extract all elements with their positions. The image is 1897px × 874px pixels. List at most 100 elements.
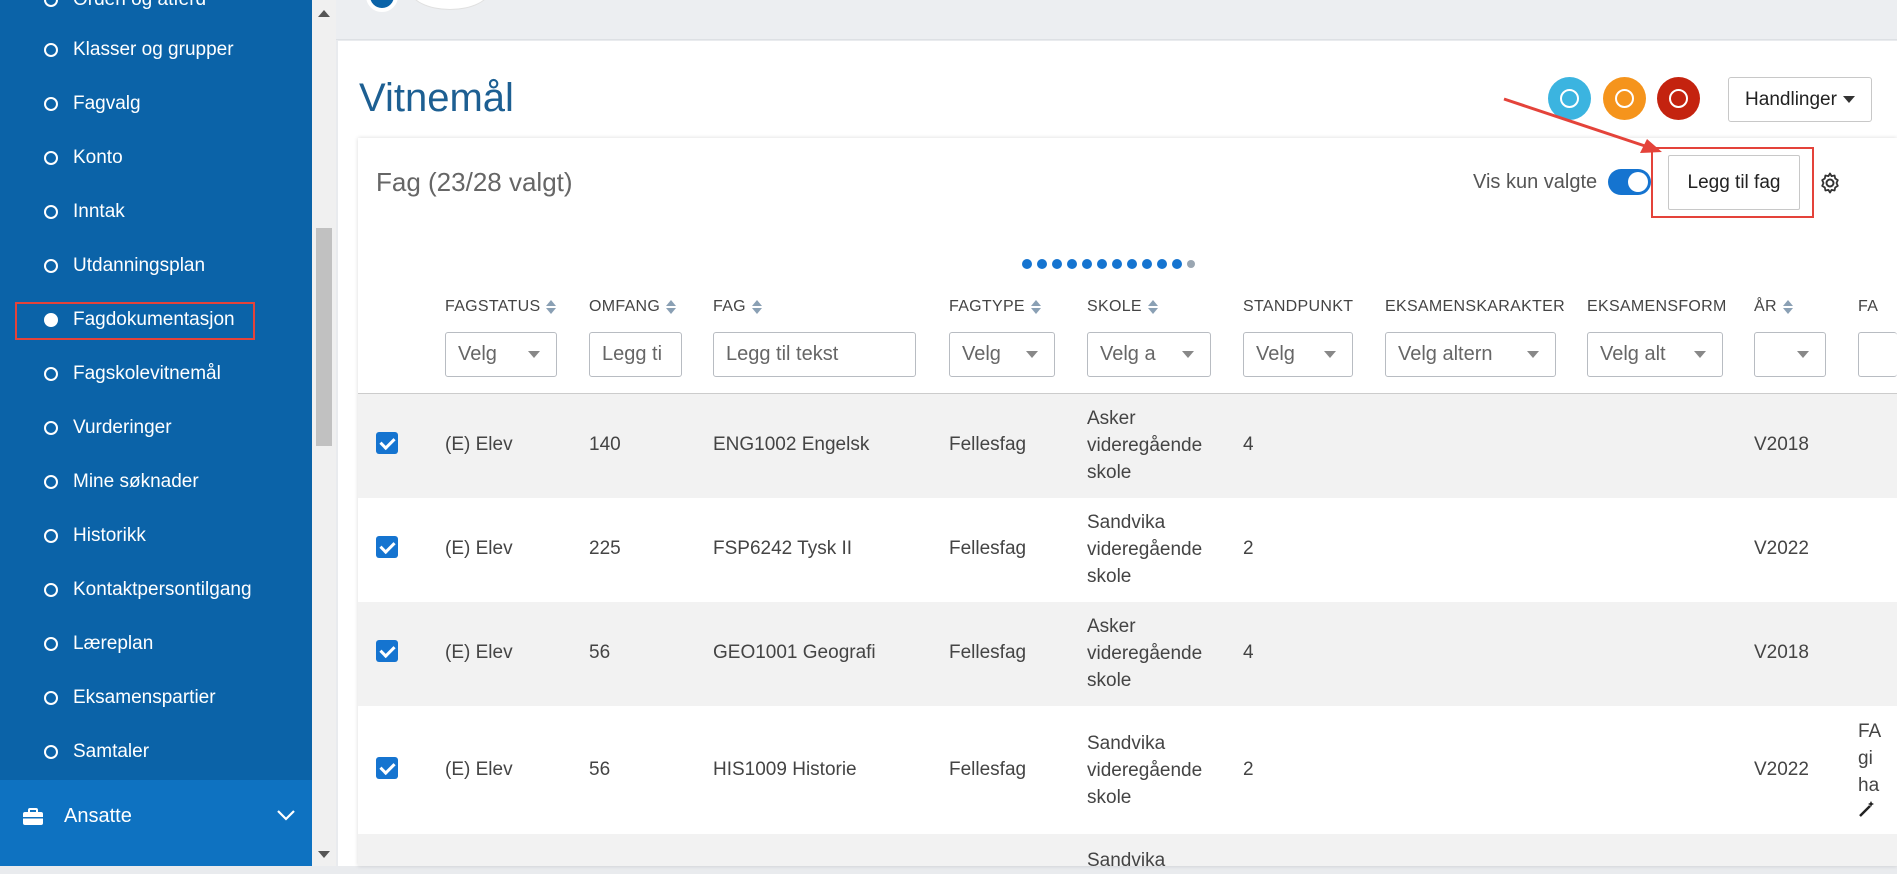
- page-dot[interactable]: [1097, 259, 1107, 269]
- col-header-fagstatus[interactable]: FAGSTATUS: [445, 298, 557, 316]
- circle-icon: [44, 43, 58, 57]
- col-header-fagtype[interactable]: FAGTYPE: [949, 298, 1041, 316]
- col-header-eksamenskarakter[interactable]: EKSAMENSKARAKTER: [1385, 298, 1565, 316]
- filter-standpunkt-select[interactable]: Velg: [1243, 332, 1353, 377]
- highlight-box: [1651, 147, 1814, 218]
- sort-icon[interactable]: [546, 299, 557, 315]
- profile-bubble[interactable]: [410, 0, 490, 10]
- cell-fag: FSP6242 Tysk II: [713, 538, 853, 559]
- filter-omfang-input[interactable]: Legg ti: [589, 332, 682, 377]
- text-fade: [998, 333, 1018, 376]
- sidebar-item-inntak[interactable]: Inntak: [0, 188, 312, 236]
- sort-icon[interactable]: [1030, 299, 1041, 315]
- skole-line: videregående: [1087, 643, 1203, 664]
- circle-icon: [44, 583, 58, 597]
- magic-wand-icon[interactable]: [1858, 800, 1876, 818]
- page-dot[interactable]: [1022, 259, 1032, 269]
- col-label: OMFANG: [589, 298, 661, 315]
- sidebar-item-orden[interactable]: Orden og atferd: [0, 0, 312, 24]
- sidebar-item-konto[interactable]: Konto: [0, 134, 312, 182]
- briefcase-icon: [23, 808, 43, 825]
- col-header-standpunkt[interactable]: STANDPUNKT: [1243, 298, 1353, 316]
- sidebar-item-utdanningsplan[interactable]: Utdanningsplan: [0, 242, 312, 290]
- filter-value: Velg: [962, 343, 1001, 365]
- cell-standpunkt: 4: [1243, 642, 1254, 663]
- filter-ar-select[interactable]: [1754, 332, 1826, 377]
- sort-icon[interactable]: [1147, 299, 1158, 315]
- filter-value: Velg alt: [1600, 343, 1666, 365]
- filter-fagtype-select[interactable]: Velg: [949, 332, 1055, 377]
- sort-icon[interactable]: [751, 299, 762, 315]
- page-dot[interactable]: [1172, 259, 1182, 269]
- sidebar-item-fagvalg[interactable]: Fagvalg: [0, 80, 312, 128]
- filter-fagstatus-select[interactable]: Velg: [445, 332, 557, 377]
- caret-down-icon: [1182, 351, 1194, 358]
- caret-down-icon: [1694, 351, 1706, 358]
- col-header-fag[interactable]: FAG: [713, 298, 762, 316]
- sidebar-item-label: Konto: [73, 147, 123, 168]
- page-title: Vitnemål: [359, 76, 514, 120]
- col-header-omfang[interactable]: OMFANG: [589, 298, 677, 316]
- sidebar-item-label: Klasser og grupper: [73, 39, 234, 60]
- page-dot[interactable]: [1127, 259, 1137, 269]
- pagination-dots[interactable]: [1022, 259, 1195, 271]
- toggle-knob: [1628, 172, 1648, 192]
- filter-fa-input[interactable]: [1858, 332, 1897, 377]
- sidebar-item-samtaler[interactable]: Samtaler: [0, 728, 312, 776]
- col-header-skole[interactable]: SKOLE: [1087, 298, 1158, 316]
- scrollbar-thumb[interactable]: [316, 228, 332, 446]
- col-label: SKOLE: [1087, 298, 1142, 315]
- avatar-icon[interactable]: [366, 0, 398, 12]
- sidebar-item-vurderinger[interactable]: Vurderinger: [0, 404, 312, 452]
- sidebar-section-ansatte[interactable]: Ansatte: [0, 780, 312, 866]
- circle-icon: [44, 529, 58, 543]
- filter-placeholder: Legg til tekst: [726, 343, 839, 365]
- cell-fagstatus: (E) Elev: [445, 759, 513, 780]
- filter-skole-select[interactable]: Velg a: [1087, 332, 1211, 377]
- sidebar-item-laereplan[interactable]: Læreplan: [0, 620, 312, 668]
- page-dot[interactable]: [1142, 259, 1152, 269]
- col-header-ar[interactable]: ÅR: [1754, 298, 1793, 316]
- page-dot[interactable]: [1052, 259, 1062, 269]
- page-dot[interactable]: [1082, 259, 1092, 269]
- col-header-fa[interactable]: FA: [1858, 298, 1878, 316]
- page-dot[interactable]: [1067, 259, 1077, 269]
- sidebar-item-klasser[interactable]: Klasser og grupper: [0, 26, 312, 74]
- fa-line: FA: [1858, 721, 1882, 742]
- sort-icon[interactable]: [666, 299, 677, 315]
- page-dot[interactable]: [1112, 259, 1122, 269]
- cell-fagtype: Fellesfag: [949, 538, 1027, 559]
- sidebar-scrollbar[interactable]: [312, 0, 336, 866]
- row-checkbox[interactable]: [376, 536, 398, 558]
- skole-line: Sandvika: [1087, 512, 1166, 533]
- sidebar-item-historikk[interactable]: Historikk: [0, 512, 312, 560]
- caret-down-icon: [1527, 351, 1539, 358]
- col-label: FAGTYPE: [949, 298, 1025, 315]
- row-checkbox[interactable]: [376, 640, 398, 662]
- sidebar-section-label: Ansatte: [64, 805, 132, 827]
- filter-fag-input[interactable]: Legg til tekst: [713, 332, 916, 377]
- sidebar-item-fagskolevitnemal[interactable]: Fagskolevitnemål: [0, 350, 312, 398]
- sidebar-item-mine-soknader[interactable]: Mine søknader: [0, 458, 312, 506]
- show-selected-toggle[interactable]: [1608, 169, 1651, 195]
- card-header: Fag (23/28 valgt): [376, 167, 573, 197]
- page-dot[interactable]: [1037, 259, 1047, 269]
- sidebar-item-eksamenspartier[interactable]: Eksamenspartier: [0, 674, 312, 722]
- skole-line: Sandvika: [1087, 733, 1166, 754]
- sort-icon[interactable]: [1782, 299, 1793, 315]
- cell-omfang: 56: [589, 759, 611, 780]
- filter-eksamensform-select[interactable]: Velg alt: [1587, 332, 1723, 377]
- scroll-down-arrow-icon[interactable]: [318, 851, 330, 858]
- gear-icon[interactable]: [1818, 171, 1842, 195]
- sidebar-item-kontaktpersontilgang[interactable]: Kontaktpersontilgang: [0, 566, 312, 614]
- filter-eksamenskarakter-select[interactable]: Velg altern: [1385, 332, 1556, 377]
- row-checkbox[interactable]: [376, 757, 398, 779]
- sidebar-item-label: Mine søknader: [73, 471, 199, 492]
- scroll-up-arrow-icon[interactable]: [318, 10, 330, 17]
- page-dot[interactable]: [1187, 260, 1195, 268]
- actions-dropdown-button[interactable]: Handlinger: [1728, 77, 1872, 122]
- col-header-eksamensform[interactable]: EKSAMENSFORM: [1587, 298, 1727, 316]
- row-checkbox[interactable]: [376, 432, 398, 454]
- page-dot[interactable]: [1157, 259, 1167, 269]
- highlight-box: [15, 302, 255, 340]
